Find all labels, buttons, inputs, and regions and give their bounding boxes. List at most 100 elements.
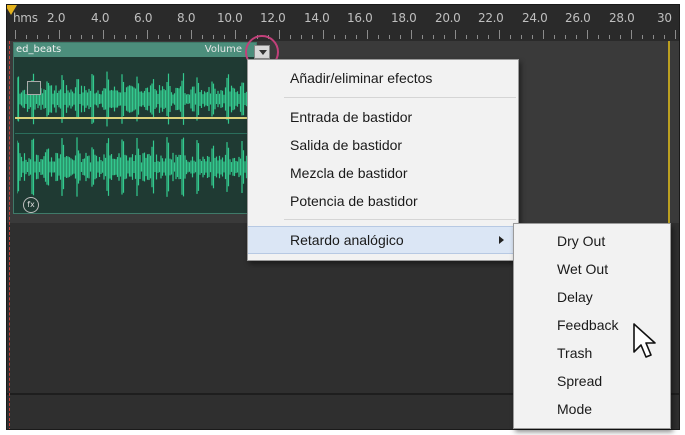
ruler-tick xyxy=(147,30,148,39)
ruler-tick xyxy=(576,35,577,39)
ruler-tick xyxy=(125,35,126,39)
ruler-tick xyxy=(246,35,247,39)
ruler-tick xyxy=(631,30,632,39)
ruler-tick xyxy=(554,35,555,39)
ruler-label: 12.0 xyxy=(260,11,286,25)
menu-item-rack-input[interactable]: Entrada de bastidor xyxy=(248,104,518,130)
menu-item-label: Entrada de bastidor xyxy=(290,109,413,125)
ruler-tick xyxy=(532,35,533,39)
ruler-tick xyxy=(345,35,346,39)
ruler-tick xyxy=(235,30,236,39)
fx-icon[interactable]: fx xyxy=(23,197,39,213)
submenu-item-dry-out[interactable]: Dry Out xyxy=(514,227,670,255)
ruler-tick xyxy=(136,35,137,39)
menu-item-analog-delay[interactable]: Retardo analógico xyxy=(248,226,518,254)
ruler-tick xyxy=(664,35,665,39)
ruler-tick xyxy=(488,35,489,39)
menu-item-label: Salida de bastidor xyxy=(290,137,403,153)
submenu-item-delay[interactable]: Delay xyxy=(514,283,670,311)
ruler-label: 24.0 xyxy=(522,11,548,25)
ruler-tick xyxy=(158,35,159,39)
menu-item-label: Añadir/eliminar efectos xyxy=(290,70,433,86)
ruler-tick xyxy=(48,35,49,39)
timeline-ruler[interactable]: hms 2.0 4.0 6.0 8.0 10.0 12.0 14.0 16.0 … xyxy=(7,5,679,42)
menu-item-label: Potencia de bastidor xyxy=(290,193,418,209)
menu-separator xyxy=(284,219,516,220)
channel-separator xyxy=(15,133,253,134)
ruler-tick xyxy=(675,30,676,39)
menu-item-rack-mix[interactable]: Mezcla de bastidor xyxy=(248,160,518,186)
ruler-tick xyxy=(367,30,368,39)
ruler-tick xyxy=(92,35,93,39)
ruler-tick xyxy=(224,35,225,39)
ruler-tick xyxy=(609,35,610,39)
menu-item-label: Retardo analógico xyxy=(290,232,404,248)
ruler-tick xyxy=(323,30,324,39)
ruler-tick xyxy=(26,35,27,39)
ruler-label: 10.0 xyxy=(217,11,243,25)
clip-volume-label: Volume xyxy=(204,44,242,55)
ruler-tick xyxy=(59,30,60,39)
ruler-tick xyxy=(37,35,38,39)
submenu-arrow-icon xyxy=(499,236,504,244)
submenu-item-label: Dry Out xyxy=(557,233,606,249)
ruler-tick xyxy=(213,35,214,39)
effects-context-menu: Añadir/eliminar efectos Entrada de basti… xyxy=(247,59,519,261)
ruler-tick xyxy=(543,30,544,39)
session-end-marker xyxy=(668,41,670,223)
menu-separator xyxy=(284,97,516,98)
ruler-tick xyxy=(521,35,522,39)
menu-item-label: Mezcla de bastidor xyxy=(290,165,408,181)
submenu-item-mode[interactable]: Mode xyxy=(514,395,670,423)
ruler-tick xyxy=(411,30,412,39)
menu-item-rack-power[interactable]: Potencia de bastidor xyxy=(248,188,518,214)
ruler-tick xyxy=(279,30,280,39)
submenu-item-label: Trash xyxy=(557,345,593,361)
ruler-tick xyxy=(642,35,643,39)
ruler-label: 22.0 xyxy=(478,11,504,25)
ruler-tick xyxy=(114,35,115,39)
submenu-item-wet-out[interactable]: Wet Out xyxy=(514,255,670,283)
ruler-tick xyxy=(334,35,335,39)
ruler-tick xyxy=(15,30,16,39)
ruler-tick xyxy=(466,35,467,39)
submenu-item-label: Mode xyxy=(557,401,593,417)
playhead-marker-icon[interactable] xyxy=(7,5,17,15)
clip-lock-icon[interactable] xyxy=(27,81,41,95)
ruler-tick xyxy=(312,35,313,39)
ruler-tick xyxy=(301,35,302,39)
submenu-item-label: Spread xyxy=(557,373,603,389)
ruler-label: 16.0 xyxy=(347,11,373,25)
ruler-tick xyxy=(356,35,357,39)
ruler-tick xyxy=(169,35,170,39)
clip-header[interactable]: ed_beats Volume xyxy=(14,43,256,57)
ruler-tick xyxy=(477,35,478,39)
ruler-tick xyxy=(565,35,566,39)
ruler-tick xyxy=(180,35,181,39)
submenu-item-label: Delay xyxy=(557,289,593,305)
ruler-tick xyxy=(422,35,423,39)
ruler-tick xyxy=(653,35,654,39)
menu-item-rack-output[interactable]: Salida de bastidor xyxy=(248,132,518,158)
submenu-item-spread[interactable]: Spread xyxy=(514,367,670,395)
ruler-tick xyxy=(81,35,82,39)
ruler-tick xyxy=(510,35,511,39)
ruler-tick xyxy=(433,35,434,39)
submenu-item-label: Wet Out xyxy=(557,261,609,277)
ruler-label: 30 xyxy=(657,11,672,25)
ruler-label: 8.0 xyxy=(177,11,196,25)
clip-name: ed_beats xyxy=(16,44,62,55)
ruler-tick xyxy=(598,35,599,39)
ruler-tick xyxy=(400,35,401,39)
menu-item-add-remove-effects[interactable]: Añadir/eliminar efectos xyxy=(248,65,518,91)
ruler-tick xyxy=(499,30,500,39)
ruler-tick xyxy=(378,35,379,39)
ruler-label: 6.0 xyxy=(134,11,153,25)
playhead-line xyxy=(9,41,10,429)
ruler-label: 2.0 xyxy=(47,11,66,25)
ruler-label: 14.0 xyxy=(304,11,330,25)
ruler-label: 28.0 xyxy=(609,11,635,25)
mouse-cursor-icon xyxy=(633,323,656,358)
ruler-tick xyxy=(290,35,291,39)
volume-envelope-line[interactable] xyxy=(15,117,253,119)
